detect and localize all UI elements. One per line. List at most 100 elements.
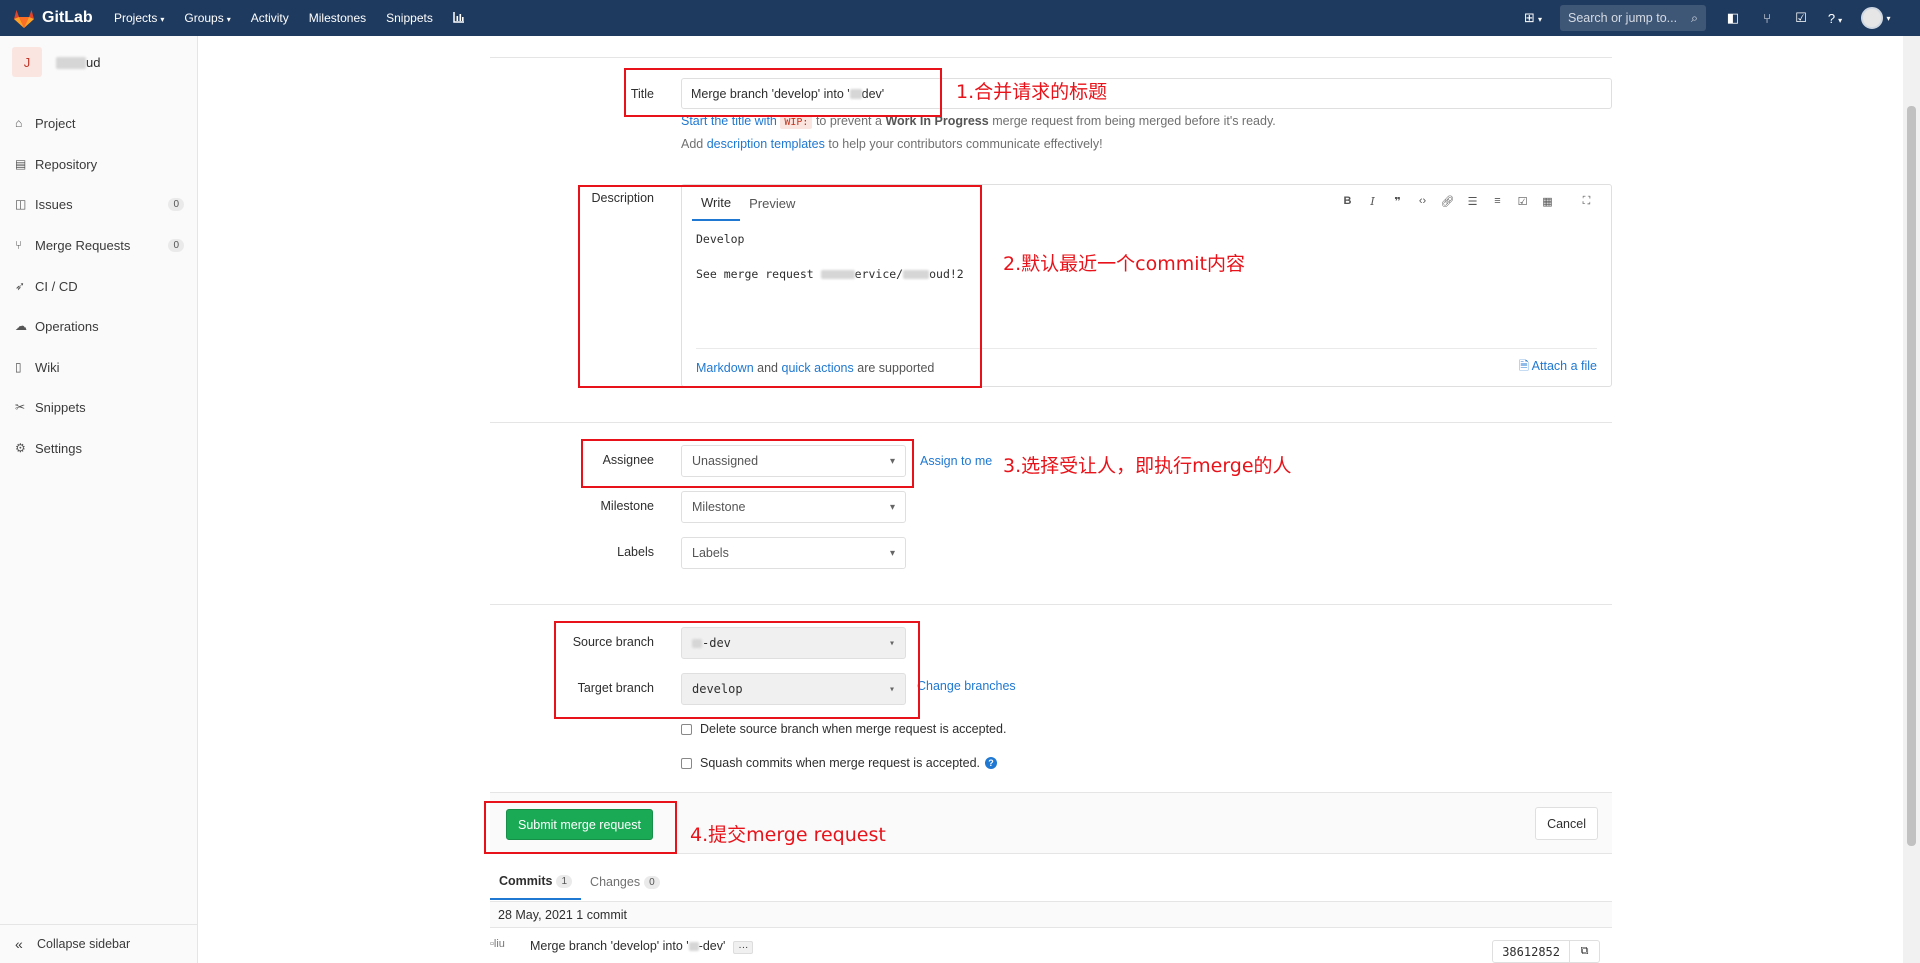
brand-name: GitLab bbox=[42, 9, 93, 26]
attach-file-button[interactable]: 🗎︎ Attach a file bbox=[1519, 357, 1597, 378]
bold-icon[interactable]: B bbox=[1335, 195, 1360, 208]
expand-commit-button[interactable]: ··· bbox=[733, 941, 754, 954]
home-icon: ⌂ bbox=[15, 116, 23, 130]
file-icon: 🗎︎ bbox=[1518, 359, 1532, 373]
sidebar: J ud ⌂ Project ▤ Repository ◫ Issues 0 ⑂ Merg… bbox=[0, 36, 198, 963]
sidebar-item-operations[interactable]: ☁ Operations bbox=[0, 312, 198, 340]
task-list-icon[interactable]: ☑ bbox=[1510, 195, 1535, 208]
search-input[interactable]: Search or jump to... ⌕ bbox=[1560, 5, 1706, 31]
double-chevron-left-icon: « bbox=[15, 936, 23, 952]
fullscreen-icon[interactable]: ⛶ bbox=[1574, 195, 1599, 208]
tab-changes[interactable]: Changes 0 bbox=[581, 864, 669, 900]
milestone-select[interactable]: Milestone ▾ bbox=[681, 491, 906, 523]
nav-activity[interactable]: Activity bbox=[241, 11, 299, 25]
italic-icon[interactable]: I bbox=[1360, 195, 1385, 208]
gear-icon: ⚙ bbox=[15, 441, 26, 455]
table-icon[interactable]: ▦ bbox=[1535, 195, 1560, 208]
search-icon: ⌕ bbox=[1690, 10, 1698, 25]
todo-icon[interactable]: ☑ bbox=[1784, 10, 1818, 26]
issues-count: 0 bbox=[168, 197, 184, 211]
tab-commits[interactable]: Commits 1 bbox=[490, 864, 582, 900]
scissors-icon: ✂ bbox=[15, 400, 26, 414]
project-header[interactable]: J ud bbox=[0, 36, 197, 88]
quote-icon[interactable]: ❞ bbox=[1385, 195, 1410, 208]
user-avatar-menu[interactable]: ▾ bbox=[1852, 7, 1900, 29]
tanuki-icon bbox=[14, 10, 34, 28]
sidebar-item-issues[interactable]: ◫ Issues 0 bbox=[0, 190, 198, 218]
issues-icon: ◫ bbox=[15, 197, 27, 211]
link-icon[interactable]: 🔗︎ bbox=[1435, 195, 1460, 208]
divider bbox=[490, 57, 1612, 58]
nav-snippets[interactable]: Snippets bbox=[376, 11, 443, 25]
page-scrollbar[interactable] bbox=[1903, 36, 1920, 963]
annotation-assignee: 3.选择受让人，即执行merge的人 bbox=[1003, 455, 1292, 477]
assign-to-me-link[interactable]: Assign to me bbox=[920, 454, 992, 468]
book-icon: ▤ bbox=[15, 157, 27, 171]
delete-source-checkbox-row[interactable]: Delete source branch when merge request … bbox=[681, 722, 1006, 736]
scrollbar-thumb[interactable] bbox=[1907, 106, 1916, 846]
commits-tabs: Commits 1 Changes 0 bbox=[490, 864, 669, 900]
commit-title[interactable]: Merge branch 'develop' into ' -dev' ··· bbox=[530, 939, 754, 954]
chevron-down-icon: ▾ bbox=[889, 547, 895, 559]
labels-select[interactable]: Labels ▾ bbox=[681, 537, 906, 569]
change-branches-link[interactable]: Change branches bbox=[917, 679, 1016, 693]
top-navbar: GitLab Projects ▾ Groups ▾ Activity Milest… bbox=[0, 0, 1920, 36]
book-icon: ▯ bbox=[15, 360, 22, 374]
divider bbox=[490, 422, 1612, 423]
merge-requests-count: 0 bbox=[168, 238, 184, 252]
annotation-submit: 4.提交merge request bbox=[690, 824, 886, 846]
sidebar-item-merge-requests[interactable]: ⑂ Merge Requests 0 bbox=[0, 231, 198, 259]
sidebar-toggle-icon[interactable]: ◧ bbox=[1716, 10, 1750, 26]
code-icon[interactable]: ‹› bbox=[1410, 195, 1435, 208]
annotation-box-assignee bbox=[581, 439, 914, 488]
sidebar-item-project[interactable]: ⌂ Project bbox=[0, 109, 198, 137]
commit-sha[interactable]: 38612852 bbox=[1492, 940, 1570, 963]
sidebar-item-ci-cd[interactable]: ➶ CI / CD bbox=[0, 272, 198, 300]
cancel-button[interactable]: Cancel bbox=[1535, 807, 1598, 840]
delete-source-checkbox[interactable] bbox=[681, 723, 692, 735]
numbered-list-icon[interactable]: ≡ bbox=[1485, 195, 1510, 208]
templates-help-text: Add description templates to help your c… bbox=[681, 137, 1103, 151]
sidebar-item-wiki[interactable]: ▯ Wiki bbox=[0, 353, 198, 381]
annotation-box-description bbox=[578, 185, 982, 388]
bullet-list-icon[interactable]: ☰ bbox=[1460, 195, 1485, 208]
annotation-description: 2.默认最近一个commit内容 bbox=[1003, 253, 1245, 275]
chevron-down-icon: ▾ bbox=[889, 501, 895, 513]
sidebar-item-settings[interactable]: ⚙ Settings bbox=[0, 434, 198, 462]
commit-day-header: 28 May, 2021 1 commit bbox=[490, 901, 1612, 928]
cloud-icon: ☁ bbox=[15, 319, 27, 333]
description-templates-link[interactable]: description templates bbox=[707, 137, 825, 151]
copy-icon[interactable]: ⧉ bbox=[1570, 940, 1600, 963]
wip-code: WIP: bbox=[780, 116, 813, 129]
squash-checkbox[interactable] bbox=[681, 757, 692, 769]
nav-projects[interactable]: Projects ▾ bbox=[104, 11, 174, 25]
help-icon[interactable]: ? ▾ bbox=[1818, 11, 1852, 26]
chevron-down-icon: ▾ bbox=[160, 15, 165, 24]
sidebar-item-snippets[interactable]: ✂ Snippets bbox=[0, 393, 198, 421]
project-name: ud bbox=[56, 55, 100, 70]
squash-checkbox-row[interactable]: Squash commits when merge request is acc… bbox=[681, 756, 997, 770]
question-icon[interactable]: ? bbox=[985, 757, 997, 769]
labels-label: Labels bbox=[617, 545, 654, 559]
chevron-down-icon: ▾ bbox=[226, 15, 231, 24]
markdown-toolbar: B I ❞ ‹› 🔗︎ ☰ ≡ ☑ ▦ ⛶ bbox=[1335, 195, 1599, 208]
annotation-box-title bbox=[624, 68, 942, 117]
nav-groups[interactable]: Groups ▾ bbox=[174, 11, 240, 25]
nav-milestones[interactable]: Milestones bbox=[299, 11, 376, 25]
chart-icon[interactable] bbox=[443, 11, 475, 26]
milestone-label: Milestone bbox=[600, 499, 655, 513]
merge-request-icon: ⑂ bbox=[15, 238, 23, 252]
sidebar-item-repository[interactable]: ▤ Repository bbox=[0, 150, 198, 178]
annotation-title: 1.合并请求的标题 bbox=[956, 81, 1108, 103]
avatar bbox=[1861, 7, 1884, 29]
gitlab-logo[interactable]: GitLab bbox=[12, 6, 104, 30]
collapse-sidebar-button[interactable]: «Collapse sidebar bbox=[0, 924, 198, 963]
plus-square-icon[interactable]: ⊞ ▾ bbox=[1516, 10, 1550, 26]
commits-count: 1 bbox=[556, 874, 573, 888]
changes-count: 0 bbox=[644, 875, 660, 889]
merge-request-icon[interactable]: ⑂ bbox=[1750, 11, 1784, 26]
author-avatar-broken: ▫liu bbox=[490, 938, 505, 950]
project-avatar: J bbox=[12, 47, 42, 77]
annotation-box-branches bbox=[554, 621, 920, 719]
annotation-box-submit bbox=[484, 801, 677, 854]
